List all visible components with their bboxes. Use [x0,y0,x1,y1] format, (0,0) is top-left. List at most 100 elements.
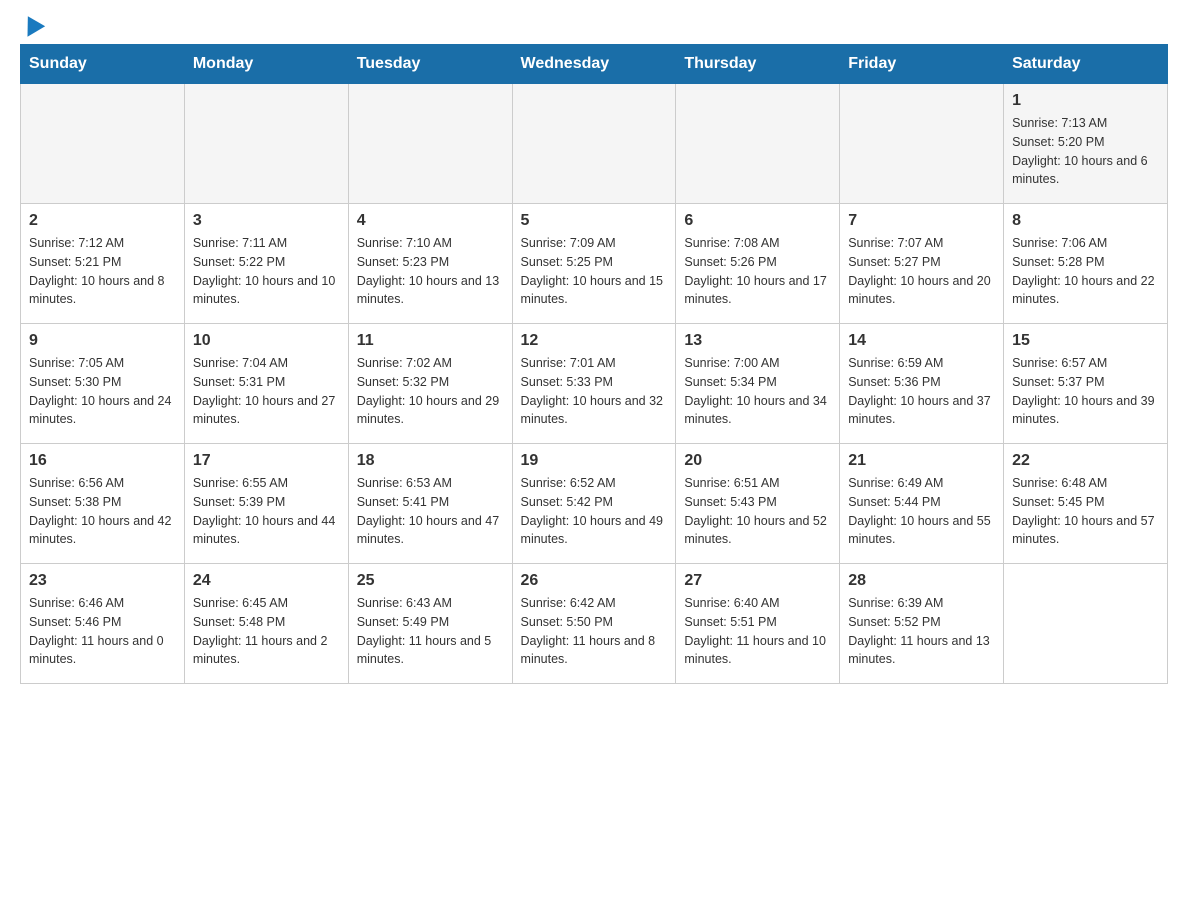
day-info: Sunrise: 6:49 AM Sunset: 5:44 PM Dayligh… [848,474,995,549]
day-number: 1 [1012,92,1159,110]
calendar-week-row: 2 Sunrise: 7:12 AM Sunset: 5:21 PM Daylig… [21,204,1168,324]
day-info: Sunrise: 6:55 AM Sunset: 5:39 PM Dayligh… [193,474,340,549]
calendar-cell: 6 Sunrise: 7:08 AM Sunset: 5:26 PM Daylig… [676,204,840,324]
day-info: Sunrise: 6:52 AM Sunset: 5:42 PM Dayligh… [521,474,668,549]
calendar-header-row: SundayMondayTuesdayWednesdayThursdayFrid… [21,45,1168,84]
day-info: Sunrise: 6:48 AM Sunset: 5:45 PM Dayligh… [1012,474,1159,549]
day-info: Sunrise: 6:51 AM Sunset: 5:43 PM Dayligh… [684,474,831,549]
calendar-week-row: 9 Sunrise: 7:05 AM Sunset: 5:30 PM Daylig… [21,324,1168,444]
day-number: 9 [29,332,176,350]
calendar-cell: 1 Sunrise: 7:13 AM Sunset: 5:20 PM Daylig… [1004,84,1168,204]
calendar-cell: 17 Sunrise: 6:55 AM Sunset: 5:39 PM Dayli… [184,444,348,564]
calendar-cell [1004,564,1168,684]
day-number: 21 [848,452,995,470]
calendar-week-row: 16 Sunrise: 6:56 AM Sunset: 5:38 PM Dayli… [21,444,1168,564]
day-info: Sunrise: 6:46 AM Sunset: 5:46 PM Dayligh… [29,594,176,669]
day-info: Sunrise: 7:11 AM Sunset: 5:22 PM Dayligh… [193,234,340,309]
calendar-day-header: Thursday [676,45,840,84]
day-number: 28 [848,572,995,590]
calendar-cell: 22 Sunrise: 6:48 AM Sunset: 5:45 PM Dayli… [1004,444,1168,564]
day-number: 8 [1012,212,1159,230]
calendar-day-header: Wednesday [512,45,676,84]
day-number: 25 [357,572,504,590]
logo [20,20,42,34]
day-number: 11 [357,332,504,350]
day-number: 16 [29,452,176,470]
day-info: Sunrise: 7:00 AM Sunset: 5:34 PM Dayligh… [684,354,831,429]
calendar-cell [676,84,840,204]
day-info: Sunrise: 7:04 AM Sunset: 5:31 PM Dayligh… [193,354,340,429]
day-number: 7 [848,212,995,230]
day-number: 13 [684,332,831,350]
day-number: 19 [521,452,668,470]
day-number: 14 [848,332,995,350]
day-number: 18 [357,452,504,470]
day-number: 4 [357,212,504,230]
day-number: 23 [29,572,176,590]
calendar-cell: 16 Sunrise: 6:56 AM Sunset: 5:38 PM Dayli… [21,444,185,564]
day-number: 22 [1012,452,1159,470]
day-info: Sunrise: 7:08 AM Sunset: 5:26 PM Dayligh… [684,234,831,309]
calendar-day-header: Sunday [21,45,185,84]
day-number: 3 [193,212,340,230]
calendar-week-row: 23 Sunrise: 6:46 AM Sunset: 5:46 PM Dayli… [21,564,1168,684]
day-info: Sunrise: 6:56 AM Sunset: 5:38 PM Dayligh… [29,474,176,549]
calendar-cell: 2 Sunrise: 7:12 AM Sunset: 5:21 PM Daylig… [21,204,185,324]
day-info: Sunrise: 7:02 AM Sunset: 5:32 PM Dayligh… [357,354,504,429]
calendar-cell: 18 Sunrise: 6:53 AM Sunset: 5:41 PM Dayli… [348,444,512,564]
day-info: Sunrise: 6:39 AM Sunset: 5:52 PM Dayligh… [848,594,995,669]
calendar-cell [184,84,348,204]
calendar-cell: 5 Sunrise: 7:09 AM Sunset: 5:25 PM Daylig… [512,204,676,324]
calendar-cell: 13 Sunrise: 7:00 AM Sunset: 5:34 PM Dayli… [676,324,840,444]
day-number: 6 [684,212,831,230]
day-number: 26 [521,572,668,590]
calendar-cell: 27Sunrise: 6:40 AM Sunset: 5:51 PM Dayli… [676,564,840,684]
calendar-cell: 28 Sunrise: 6:39 AM Sunset: 5:52 PM Dayli… [840,564,1004,684]
calendar-cell [21,84,185,204]
day-number: 2 [29,212,176,230]
day-info: Sunrise: 7:13 AM Sunset: 5:20 PM Dayligh… [1012,114,1159,189]
calendar-day-header: Tuesday [348,45,512,84]
calendar-cell: 11 Sunrise: 7:02 AM Sunset: 5:32 PM Dayli… [348,324,512,444]
calendar-cell: 7 Sunrise: 7:07 AM Sunset: 5:27 PM Daylig… [840,204,1004,324]
day-info: Sunrise: 7:09 AM Sunset: 5:25 PM Dayligh… [521,234,668,309]
calendar-day-header: Saturday [1004,45,1168,84]
calendar-cell [348,84,512,204]
day-number: 15 [1012,332,1159,350]
day-number: 24 [193,572,340,590]
day-info: Sunrise: 6:59 AM Sunset: 5:36 PM Dayligh… [848,354,995,429]
logo-triangle-icon [19,16,45,42]
calendar-day-header: Friday [840,45,1004,84]
day-info: Sunrise: 6:45 AM Sunset: 5:48 PM Dayligh… [193,594,340,669]
day-info: Sunrise: 6:42 AM Sunset: 5:50 PM Dayligh… [521,594,668,669]
calendar-cell [512,84,676,204]
calendar-cell: 25 Sunrise: 6:43 AM Sunset: 5:49 PM Dayli… [348,564,512,684]
calendar-day-header: Monday [184,45,348,84]
calendar-cell: 12 Sunrise: 7:01 AM Sunset: 5:33 PM Dayli… [512,324,676,444]
day-info: Sunrise: 7:12 AM Sunset: 5:21 PM Dayligh… [29,234,176,309]
day-info: Sunrise: 6:43 AM Sunset: 5:49 PM Dayligh… [357,594,504,669]
calendar-cell: 10Sunrise: 7:04 AM Sunset: 5:31 PM Dayli… [184,324,348,444]
day-number: 12 [521,332,668,350]
day-info: Sunrise: 7:05 AM Sunset: 5:30 PM Dayligh… [29,354,176,429]
calendar-cell: 14 Sunrise: 6:59 AM Sunset: 5:36 PM Dayli… [840,324,1004,444]
calendar-cell: 4 Sunrise: 7:10 AM Sunset: 5:23 PM Daylig… [348,204,512,324]
day-info: Sunrise: 7:10 AM Sunset: 5:23 PM Dayligh… [357,234,504,309]
day-info: Sunrise: 7:07 AM Sunset: 5:27 PM Dayligh… [848,234,995,309]
day-info: Sunrise: 7:06 AM Sunset: 5:28 PM Dayligh… [1012,234,1159,309]
calendar-cell: 20Sunrise: 6:51 AM Sunset: 5:43 PM Dayli… [676,444,840,564]
calendar-cell: 9 Sunrise: 7:05 AM Sunset: 5:30 PM Daylig… [21,324,185,444]
day-info: Sunrise: 6:40 AM Sunset: 5:51 PM Dayligh… [684,594,831,669]
calendar-cell: 3 Sunrise: 7:11 AM Sunset: 5:22 PM Daylig… [184,204,348,324]
day-info: Sunrise: 6:53 AM Sunset: 5:41 PM Dayligh… [357,474,504,549]
calendar-cell: 26 Sunrise: 6:42 AM Sunset: 5:50 PM Dayli… [512,564,676,684]
day-number: 17 [193,452,340,470]
calendar-week-row: 1 Sunrise: 7:13 AM Sunset: 5:20 PM Daylig… [21,84,1168,204]
calendar-cell: 21 Sunrise: 6:49 AM Sunset: 5:44 PM Dayli… [840,444,1004,564]
day-info: Sunrise: 6:57 AM Sunset: 5:37 PM Dayligh… [1012,354,1159,429]
day-info: Sunrise: 7:01 AM Sunset: 5:33 PM Dayligh… [521,354,668,429]
calendar-cell: 23 Sunrise: 6:46 AM Sunset: 5:46 PM Dayli… [21,564,185,684]
calendar-cell: 15 Sunrise: 6:57 AM Sunset: 5:37 PM Dayli… [1004,324,1168,444]
day-number: 5 [521,212,668,230]
calendar-cell: 8 Sunrise: 7:06 AM Sunset: 5:28 PM Daylig… [1004,204,1168,324]
